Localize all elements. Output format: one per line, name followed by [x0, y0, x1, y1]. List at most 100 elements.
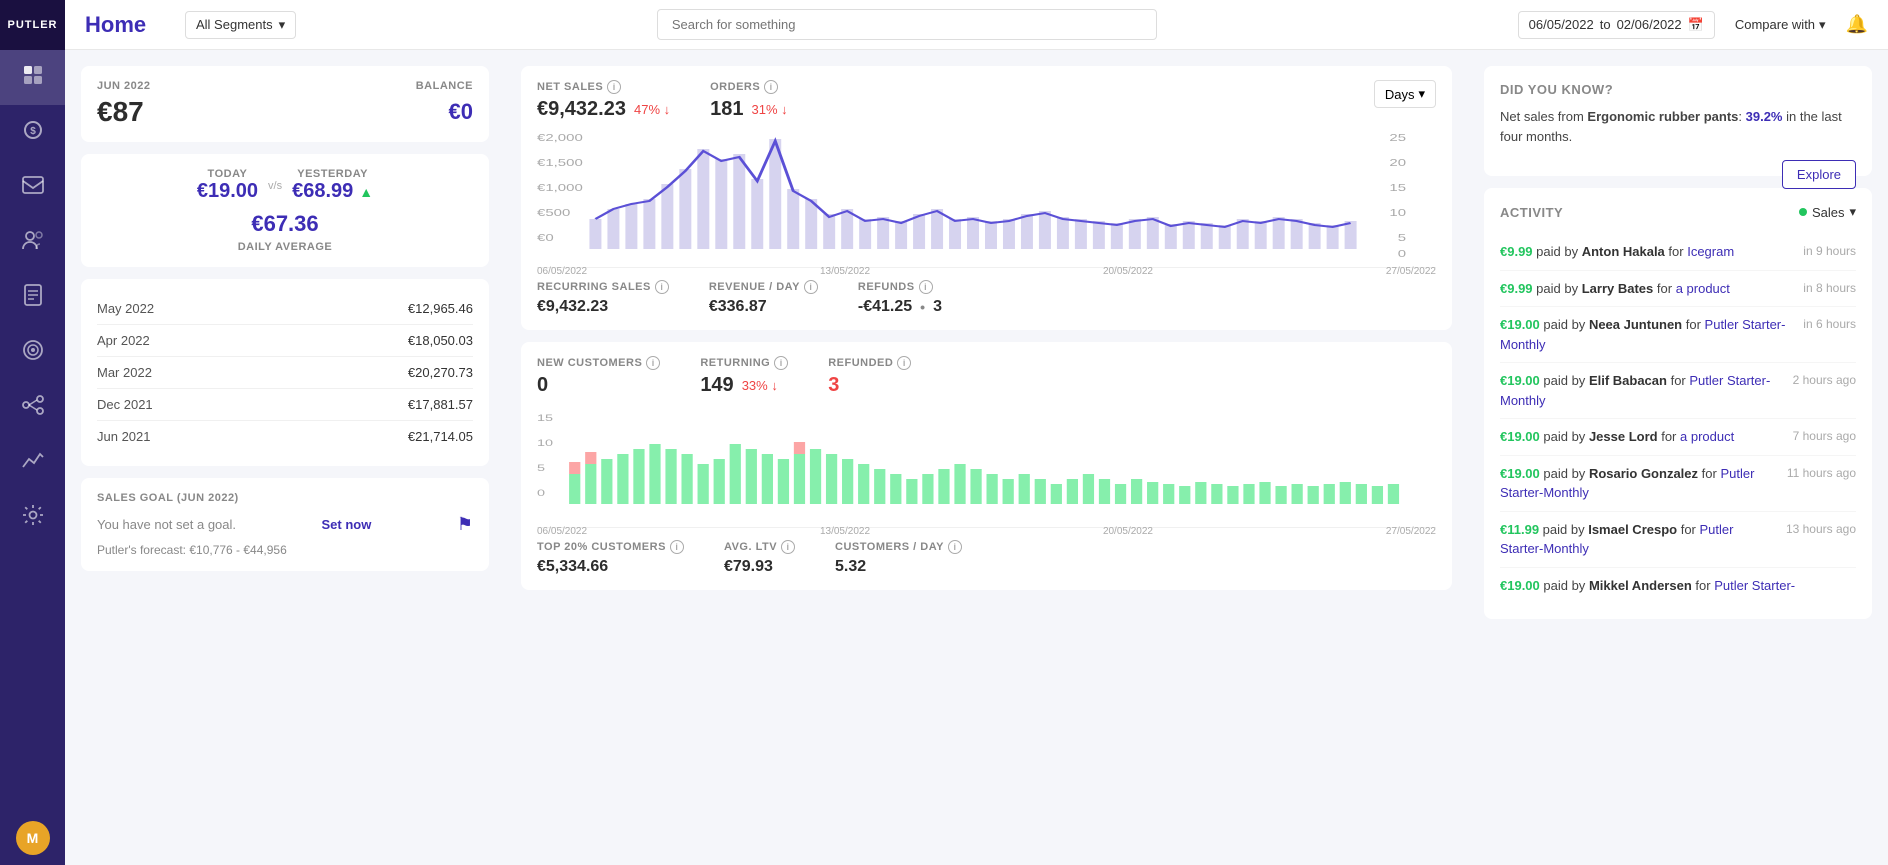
activity-time-5: 11 hours ago	[1787, 464, 1856, 503]
activity-product-0[interactable]: Icegram	[1687, 244, 1734, 259]
returning-value: 149	[700, 374, 733, 397]
monthly-label-0: May 2022	[97, 301, 154, 316]
sales-goal-title: SALES GOAL (JUN 2022)	[97, 492, 473, 504]
today-value: €19.00	[197, 180, 258, 203]
sidebar-item-affiliates[interactable]	[0, 380, 65, 435]
net-sales-info[interactable]: i	[607, 80, 621, 94]
monthly-value-3: €17,881.57	[408, 397, 473, 412]
days-dropdown[interactable]: Days ▾	[1374, 80, 1436, 108]
sidebar-item-goals[interactable]	[0, 325, 65, 380]
activity-item-3: €19.00 paid by Elif Babacan for Putler S…	[1500, 363, 1856, 419]
header: Home All Segments ▾ 06/05/2022 to 02/06/…	[65, 0, 1888, 50]
segment-dropdown[interactable]: All Segments ▾	[185, 11, 296, 39]
net-sales-chart: €2,000 €1,500 €1,000 €500 €0 25 20 15 10…	[537, 129, 1436, 259]
refunds-separator: •	[920, 299, 925, 315]
sidebar-item-analytics[interactable]	[0, 435, 65, 490]
sidebar-item-settings[interactable]	[0, 490, 65, 545]
explore-button[interactable]: Explore	[1782, 160, 1856, 189]
search-input[interactable]	[657, 9, 1157, 40]
recurring-sales-value: €9,432.23	[537, 298, 608, 316]
activity-payer-6: Ismael Crespo	[1588, 522, 1677, 537]
avatar[interactable]: M	[16, 821, 50, 855]
recurring-sales-label: RECURRING SALES	[537, 281, 651, 293]
new-customers-label: NEW CUSTOMERS	[537, 357, 642, 369]
activity-product-1[interactable]: a product	[1676, 281, 1730, 296]
orders-metric: ORDERS i 181 31% ↓	[710, 80, 788, 121]
revenue-day-value: €336.87	[709, 298, 767, 316]
returning-label: RETURNING	[700, 357, 770, 369]
monthly-row-3: Dec 2021 €17,881.57	[97, 389, 473, 421]
chart-date-labels: 06/05/2022 13/05/2022 20/05/2022 27/05/2…	[537, 266, 1436, 277]
segment-label: All Segments	[196, 17, 273, 32]
svg-text:25: 25	[1389, 132, 1406, 144]
revenue-day-metric: REVENUE / DAY i €336.87	[709, 280, 818, 316]
balance-values: €87 €0	[97, 96, 473, 128]
recurring-info[interactable]: i	[655, 280, 669, 294]
dyk-brand: Ergonomic rubber pants	[1587, 109, 1738, 124]
yesterday-value: €68.99	[292, 180, 353, 203]
activity-item-4: €19.00 paid by Jesse Lord for a product …	[1500, 419, 1856, 456]
activity-amount-3: €19.00	[1500, 373, 1540, 388]
new-customers-value: 0	[537, 374, 548, 397]
settings-icon	[22, 504, 44, 532]
middle-panel: NET SALES i €9,432.23 47% ↓ ORDERS	[505, 50, 1468, 865]
dashboard-icon	[22, 64, 44, 92]
monthly-label-4: Jun 2021	[97, 429, 151, 444]
customers-per-day-info[interactable]: i	[948, 540, 962, 554]
vs-separator: v/s	[268, 180, 282, 192]
goals-icon	[22, 339, 44, 367]
chevron-down-icon: ▾	[279, 17, 286, 33]
top-customers-info[interactable]: i	[670, 540, 684, 554]
customers-chart: 15 10 5 0	[537, 409, 1436, 519]
main-area: Home All Segments ▾ 06/05/2022 to 02/06/…	[65, 0, 1888, 865]
activity-item-5: €19.00 paid by Rosario Gonzalez for Putl…	[1500, 456, 1856, 512]
monthly-row-1: Apr 2022 €18,050.03	[97, 325, 473, 357]
balance-header: JUN 2022 BALANCE	[97, 80, 473, 92]
svg-text:15: 15	[537, 413, 553, 423]
sidebar-avatar-container[interactable]: M	[0, 810, 65, 865]
returning-info[interactable]: i	[774, 356, 788, 370]
activity-payer-1: Larry Bates	[1582, 281, 1654, 296]
inbox-icon	[22, 176, 44, 200]
sidebar-item-dashboard[interactable]	[0, 50, 65, 105]
date-range-picker[interactable]: 06/05/2022 to 02/06/2022 📅	[1518, 11, 1715, 39]
monthly-label-2: Mar 2022	[97, 365, 152, 380]
activity-text-4: €19.00 paid by Jesse Lord for a product	[1500, 427, 1783, 447]
activity-product-4[interactable]: a product	[1680, 429, 1734, 444]
activity-payer-2: Neea Juntunen	[1589, 317, 1682, 332]
avg-ltv-value: €79.93	[724, 558, 773, 576]
refunded-info[interactable]: i	[897, 356, 911, 370]
net-sales-orders-row: NET SALES i €9,432.23 47% ↓ ORDERS	[537, 80, 1374, 121]
activity-item-6: €11.99 paid by Ismael Crespo for Putler …	[1500, 512, 1856, 568]
activity-item-1: €9.99 paid by Larry Bates for a product …	[1500, 271, 1856, 308]
content-area: JUN 2022 BALANCE €87 €0 TODAY €19.00 v/s	[65, 50, 1888, 865]
revenue-day-info[interactable]: i	[804, 280, 818, 294]
sales-filter[interactable]: Sales ▾	[1799, 204, 1856, 220]
sales-label: Sales	[1812, 205, 1845, 220]
activity-time-3: 2 hours ago	[1793, 371, 1856, 410]
page-title: Home	[85, 12, 165, 38]
customers-metrics-row: NEW CUSTOMERS i 0 RETURNING i	[537, 356, 1436, 397]
days-label: Days	[1385, 87, 1415, 102]
monthly-label-1: Apr 2022	[97, 333, 150, 348]
notification-bell[interactable]: 🔔	[1846, 14, 1868, 35]
activity-item-2: €19.00 paid by Neea Juntunen for Putler …	[1500, 307, 1856, 363]
revenue-day-label: REVENUE / DAY	[709, 281, 800, 293]
sidebar-item-payments[interactable]: $	[0, 105, 65, 160]
sidebar-item-people[interactable]	[0, 215, 65, 270]
date-to: 02/06/2022	[1617, 17, 1682, 32]
net-sales-value: €9,432.23	[537, 98, 626, 121]
set-now-link[interactable]: Set now	[322, 517, 372, 532]
compare-with-dropdown[interactable]: Compare with ▾	[1735, 17, 1826, 33]
activity-product-7[interactable]: Putler Starter-	[1714, 578, 1795, 593]
flag-icon[interactable]: ⚑	[457, 514, 473, 535]
sidebar-item-reports[interactable]	[0, 270, 65, 325]
sidebar-item-inbox[interactable]	[0, 160, 65, 215]
new-customers-info[interactable]: i	[646, 356, 660, 370]
svg-text:5: 5	[537, 463, 545, 473]
refunds-info[interactable]: i	[919, 280, 933, 294]
orders-info[interactable]: i	[764, 80, 778, 94]
monthly-value-1: €18,050.03	[408, 333, 473, 348]
chevron-down-icon-compare: ▾	[1819, 17, 1826, 33]
avg-ltv-info[interactable]: i	[781, 540, 795, 554]
